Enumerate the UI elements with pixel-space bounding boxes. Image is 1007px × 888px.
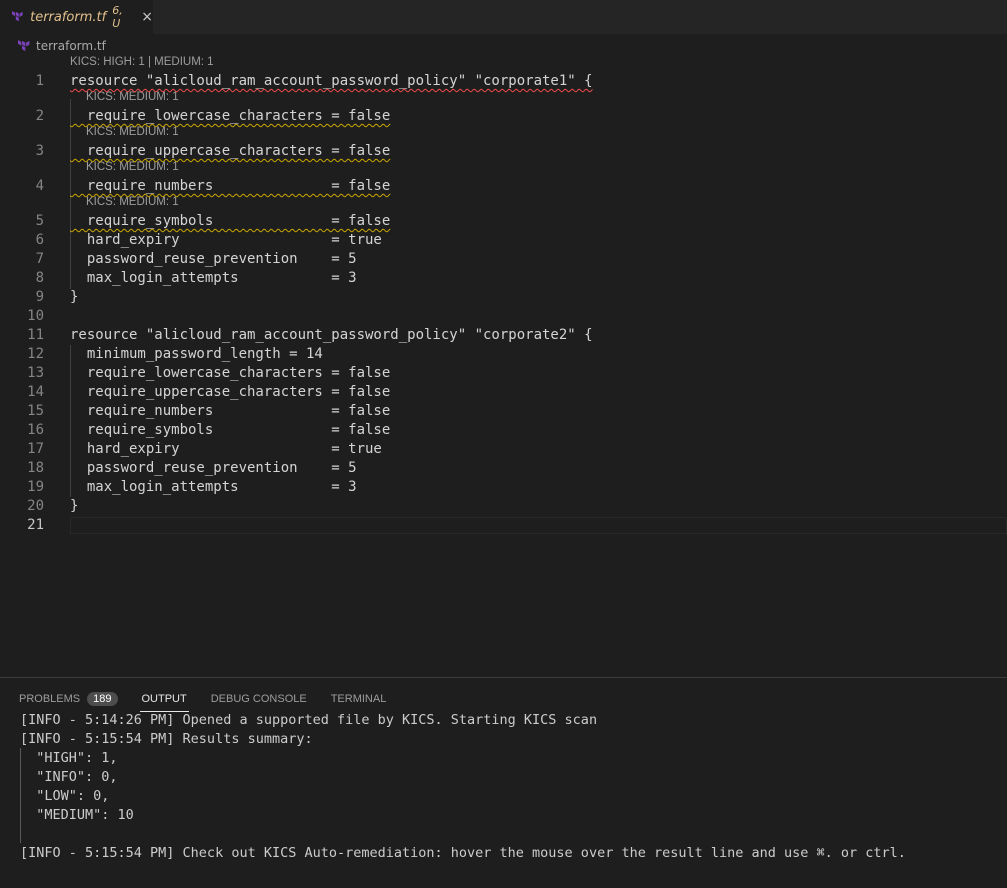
code-line[interactable]: resource "alicloud_ram_account_password_… xyxy=(70,326,593,345)
line-number: 5 xyxy=(35,213,44,229)
code-line[interactable]: minimum_password_length = 14 xyxy=(70,345,323,364)
code-line[interactable]: password_reuse_prevention = 5 xyxy=(70,459,357,478)
terraform-icon xyxy=(12,10,23,22)
line-number: 8 xyxy=(35,270,44,286)
tab-problems-label: PROBLEMS xyxy=(19,693,81,705)
kics-code-lens[interactable]: KICS: MEDIUM: 1 xyxy=(86,91,179,103)
code-line[interactable]: require_lowercase_characters = false xyxy=(70,107,390,126)
line-number: 3 xyxy=(35,143,44,159)
breadcrumb[interactable]: terraform.tf xyxy=(18,36,106,56)
code-line[interactable]: require_symbols = false xyxy=(70,421,390,440)
tab-terraform-tf[interactable]: terraform.tf 6, U × xyxy=(0,0,153,34)
tab-debug-console-label: DEBUG CONSOLE xyxy=(210,693,307,705)
code-line[interactable]: require_uppercase_characters = false xyxy=(70,383,390,402)
code-line[interactable]: resource "alicloud_ram_account_password_… xyxy=(70,72,593,91)
panel-tabs: PROBLEMS 189 OUTPUT DEBUG CONSOLE TERMIN… xyxy=(19,688,410,712)
tab-problems[interactable]: PROBLEMS 189 xyxy=(19,692,118,706)
line-number: 10 xyxy=(27,308,44,324)
line-number: 17 xyxy=(27,441,44,457)
code-line[interactable]: max_login_attempts = 3 xyxy=(70,269,357,288)
tab-label: terraform.tf xyxy=(30,9,107,25)
code-line[interactable]: hard_expiry = true xyxy=(70,231,382,250)
kics-code-lens[interactable]: KICS: HIGH: 1 | MEDIUM: 1 xyxy=(70,56,214,68)
line-number: 9 xyxy=(35,289,44,305)
output-line[interactable]: [INFO - 5:15:54 PM] Check out KICS Auto-… xyxy=(20,844,906,863)
line-number: 2 xyxy=(35,108,44,124)
line-number: 7 xyxy=(35,251,44,267)
code-line[interactable]: hard_expiry = true xyxy=(70,440,382,459)
kics-code-lens[interactable]: KICS: MEDIUM: 1 xyxy=(86,161,179,173)
code-line[interactable]: max_login_attempts = 3 xyxy=(70,478,357,497)
output-line[interactable]: [INFO - 5:15:54 PM] Results summary: xyxy=(20,730,313,749)
line-number: 12 xyxy=(27,346,44,362)
kics-code-lens[interactable]: KICS: MEDIUM: 1 xyxy=(86,126,179,138)
code-line[interactable]: require_numbers = false xyxy=(70,402,390,421)
line-number: 1 xyxy=(35,73,44,89)
code-line[interactable]: password_reuse_prevention = 5 xyxy=(70,250,357,269)
output-line[interactable]: [INFO - 5:14:26 PM] Opened a supported f… xyxy=(20,711,597,730)
code-line[interactable]: require_symbols = false xyxy=(70,212,390,231)
output-line[interactable]: "MEDIUM": 10 xyxy=(20,806,134,825)
bottom-panel: PROBLEMS 189 OUTPUT DEBUG CONSOLE TERMIN… xyxy=(0,677,1007,888)
line-number: 18 xyxy=(27,460,44,476)
output-line[interactable]: "INFO": 0, xyxy=(20,768,117,787)
tab-terminal[interactable]: TERMINAL xyxy=(331,693,387,705)
line-number: 16 xyxy=(27,422,44,438)
code-line[interactable]: require_lowercase_characters = false xyxy=(70,364,390,383)
line-number: 14 xyxy=(27,384,44,400)
line-number: 11 xyxy=(27,327,44,343)
line-number: 21 xyxy=(27,517,44,533)
tab-terminal-label: TERMINAL xyxy=(330,693,387,705)
line-number: 4 xyxy=(35,178,44,194)
output-line[interactable]: "LOW": 0, xyxy=(20,787,109,806)
current-line-highlight xyxy=(70,517,1007,534)
breadcrumb-file: terraform.tf xyxy=(36,39,106,53)
code-line[interactable]: require_numbers = false xyxy=(70,177,390,196)
tab-problem-badge: 6, U xyxy=(112,4,123,30)
terraform-icon xyxy=(18,39,30,51)
problems-count-badge: 189 xyxy=(87,692,118,706)
line-number: 6 xyxy=(35,232,44,248)
tab-debug-console[interactable]: DEBUG CONSOLE xyxy=(211,693,307,705)
code-line[interactable]: } xyxy=(70,288,78,307)
line-number: 13 xyxy=(27,365,44,381)
kics-code-lens[interactable]: KICS: MEDIUM: 1 xyxy=(86,196,179,208)
line-number: 15 xyxy=(27,403,44,419)
output-line[interactable]: "HIGH": 1, xyxy=(20,749,117,768)
line-number: 19 xyxy=(27,479,44,495)
line-number: 20 xyxy=(27,498,44,514)
code-line[interactable]: require_uppercase_characters = false xyxy=(70,142,390,161)
tab-output-label: OUTPUT xyxy=(141,693,187,705)
close-icon[interactable]: × xyxy=(141,10,153,24)
tab-output[interactable]: OUTPUT xyxy=(139,693,189,712)
code-editor[interactable]: KICS: HIGH: 1 | MEDIUM: 1 KICS: MEDIUM: … xyxy=(0,55,1007,675)
editor-tab-bar: terraform.tf 6, U × xyxy=(0,0,1007,34)
code-line[interactable]: } xyxy=(70,497,78,516)
